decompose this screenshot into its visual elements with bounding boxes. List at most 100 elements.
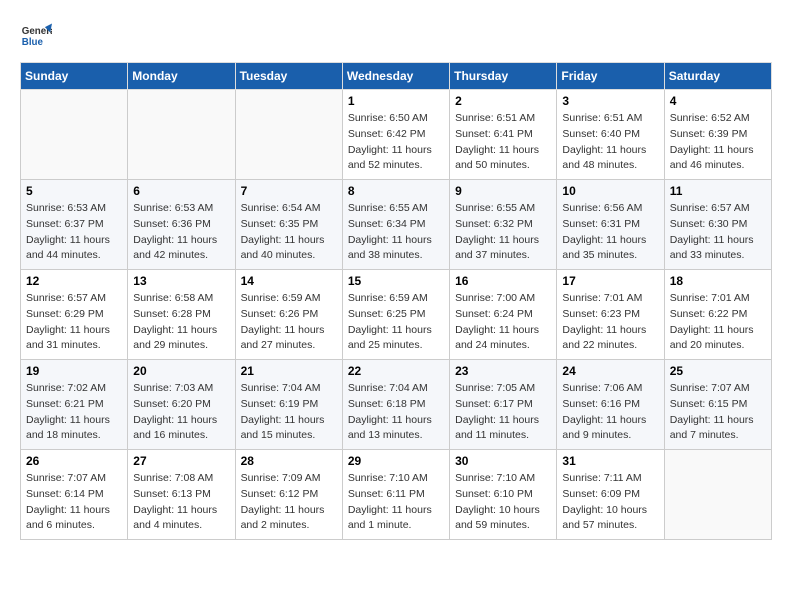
weekday-header: Wednesday bbox=[342, 63, 449, 90]
day-number: 28 bbox=[241, 454, 337, 468]
logo-icon: General Blue bbox=[20, 20, 52, 52]
calendar-cell: 14 Sunrise: 6:59 AM Sunset: 6:26 PM Dayli… bbox=[235, 270, 342, 360]
day-number: 21 bbox=[241, 364, 337, 378]
day-info: Sunrise: 7:05 AM Sunset: 6:17 PM Dayligh… bbox=[455, 381, 551, 444]
day-info: Sunrise: 7:03 AM Sunset: 6:20 PM Dayligh… bbox=[133, 381, 229, 444]
day-info: Sunrise: 6:55 AM Sunset: 6:34 PM Dayligh… bbox=[348, 201, 444, 264]
day-number: 20 bbox=[133, 364, 229, 378]
day-number: 24 bbox=[562, 364, 658, 378]
day-info: Sunrise: 7:08 AM Sunset: 6:13 PM Dayligh… bbox=[133, 471, 229, 534]
day-info: Sunrise: 6:52 AM Sunset: 6:39 PM Dayligh… bbox=[670, 111, 766, 174]
calendar-week-row: 26Sunrise: 7:07 AM Sunset: 6:14 PM Dayli… bbox=[21, 450, 772, 540]
day-info: Sunrise: 6:53 AM Sunset: 6:36 PM Dayligh… bbox=[133, 201, 229, 264]
day-info: Sunrise: 7:06 AM Sunset: 6:16 PM Dayligh… bbox=[562, 381, 658, 444]
calendar-cell: 26Sunrise: 7:07 AM Sunset: 6:14 PM Dayli… bbox=[21, 450, 128, 540]
day-number: 15 bbox=[348, 274, 444, 288]
calendar-cell: 22 Sunrise: 7:04 AM Sunset: 6:18 PM Dayli… bbox=[342, 360, 449, 450]
weekday-header-row: SundayMondayTuesdayWednesdayThursdayFrid… bbox=[21, 63, 772, 90]
day-number: 14 bbox=[241, 274, 337, 288]
day-info: Sunrise: 7:09 AM Sunset: 6:12 PM Dayligh… bbox=[241, 471, 337, 534]
day-number: 17 bbox=[562, 274, 658, 288]
calendar-cell: 9Sunrise: 6:55 AM Sunset: 6:32 PM Daylig… bbox=[450, 180, 557, 270]
day-number: 13 bbox=[133, 274, 229, 288]
day-info: Sunrise: 7:01 AM Sunset: 6:23 PM Dayligh… bbox=[562, 291, 658, 354]
day-number: 4 bbox=[670, 94, 766, 108]
weekday-header: Tuesday bbox=[235, 63, 342, 90]
calendar-week-row: 12 Sunrise: 6:57 AM Sunset: 6:29 PM Dayli… bbox=[21, 270, 772, 360]
calendar-cell: 13 Sunrise: 6:58 AM Sunset: 6:28 PM Dayli… bbox=[128, 270, 235, 360]
day-info: Sunrise: 7:10 AM Sunset: 6:10 PM Dayligh… bbox=[455, 471, 551, 534]
day-info: Sunrise: 6:51 AM Sunset: 6:40 PM Dayligh… bbox=[562, 111, 658, 174]
weekday-header: Thursday bbox=[450, 63, 557, 90]
calendar-cell: 28 Sunrise: 7:09 AM Sunset: 6:12 PM Dayli… bbox=[235, 450, 342, 540]
day-info: Sunrise: 7:00 AM Sunset: 6:24 PM Dayligh… bbox=[455, 291, 551, 354]
day-info: Sunrise: 7:07 AM Sunset: 6:15 PM Dayligh… bbox=[670, 381, 766, 444]
calendar-cell: 8 Sunrise: 6:55 AM Sunset: 6:34 PM Daylig… bbox=[342, 180, 449, 270]
day-info: Sunrise: 6:59 AM Sunset: 6:25 PM Dayligh… bbox=[348, 291, 444, 354]
calendar-cell: 2 Sunrise: 6:51 AM Sunset: 6:41 PM Daylig… bbox=[450, 90, 557, 180]
calendar-cell: 1 Sunrise: 6:50 AM Sunset: 6:42 PM Daylig… bbox=[342, 90, 449, 180]
calendar-cell: 11 Sunrise: 6:57 AM Sunset: 6:30 PM Dayli… bbox=[664, 180, 771, 270]
day-number: 27 bbox=[133, 454, 229, 468]
day-info: Sunrise: 7:11 AM Sunset: 6:09 PM Dayligh… bbox=[562, 471, 658, 534]
day-number: 19 bbox=[26, 364, 122, 378]
day-info: Sunrise: 7:04 AM Sunset: 6:19 PM Dayligh… bbox=[241, 381, 337, 444]
day-info: Sunrise: 6:56 AM Sunset: 6:31 PM Dayligh… bbox=[562, 201, 658, 264]
weekday-header: Saturday bbox=[664, 63, 771, 90]
calendar-cell: 21 Sunrise: 7:04 AM Sunset: 6:19 PM Dayli… bbox=[235, 360, 342, 450]
day-info: Sunrise: 6:57 AM Sunset: 6:29 PM Dayligh… bbox=[26, 291, 122, 354]
day-info: Sunrise: 6:51 AM Sunset: 6:41 PM Dayligh… bbox=[455, 111, 551, 174]
calendar-cell: 16 Sunrise: 7:00 AM Sunset: 6:24 PM Dayli… bbox=[450, 270, 557, 360]
calendar-cell: 29 Sunrise: 7:10 AM Sunset: 6:11 PM Dayli… bbox=[342, 450, 449, 540]
calendar-cell: 12 Sunrise: 6:57 AM Sunset: 6:29 PM Dayli… bbox=[21, 270, 128, 360]
day-number: 25 bbox=[670, 364, 766, 378]
day-info: Sunrise: 6:54 AM Sunset: 6:35 PM Dayligh… bbox=[241, 201, 337, 264]
calendar-cell: 7Sunrise: 6:54 AM Sunset: 6:35 PM Daylig… bbox=[235, 180, 342, 270]
weekday-header: Friday bbox=[557, 63, 664, 90]
calendar-cell: 17 Sunrise: 7:01 AM Sunset: 6:23 PM Dayli… bbox=[557, 270, 664, 360]
day-info: Sunrise: 7:07 AM Sunset: 6:14 PM Dayligh… bbox=[26, 471, 122, 534]
day-number: 9 bbox=[455, 184, 551, 198]
day-info: Sunrise: 6:57 AM Sunset: 6:30 PM Dayligh… bbox=[670, 201, 766, 264]
calendar-cell: 18Sunrise: 7:01 AM Sunset: 6:22 PM Dayli… bbox=[664, 270, 771, 360]
weekday-header: Monday bbox=[128, 63, 235, 90]
calendar-table: SundayMondayTuesdayWednesdayThursdayFrid… bbox=[20, 62, 772, 540]
day-number: 10 bbox=[562, 184, 658, 198]
day-number: 8 bbox=[348, 184, 444, 198]
calendar-cell: 10 Sunrise: 6:56 AM Sunset: 6:31 PM Dayli… bbox=[557, 180, 664, 270]
day-number: 16 bbox=[455, 274, 551, 288]
calendar-cell: 15 Sunrise: 6:59 AM Sunset: 6:25 PM Dayli… bbox=[342, 270, 449, 360]
calendar-week-row: 1 Sunrise: 6:50 AM Sunset: 6:42 PM Daylig… bbox=[21, 90, 772, 180]
day-number: 12 bbox=[26, 274, 122, 288]
calendar-week-row: 5Sunrise: 6:53 AM Sunset: 6:37 PM Daylig… bbox=[21, 180, 772, 270]
calendar-cell: 20 Sunrise: 7:03 AM Sunset: 6:20 PM Dayli… bbox=[128, 360, 235, 450]
day-number: 1 bbox=[348, 94, 444, 108]
calendar-cell bbox=[664, 450, 771, 540]
calendar-cell: 19 Sunrise: 7:02 AM Sunset: 6:21 PM Dayli… bbox=[21, 360, 128, 450]
day-info: Sunrise: 6:59 AM Sunset: 6:26 PM Dayligh… bbox=[241, 291, 337, 354]
day-number: 22 bbox=[348, 364, 444, 378]
calendar-cell: 3Sunrise: 6:51 AM Sunset: 6:40 PM Daylig… bbox=[557, 90, 664, 180]
day-info: Sunrise: 7:04 AM Sunset: 6:18 PM Dayligh… bbox=[348, 381, 444, 444]
day-info: Sunrise: 7:01 AM Sunset: 6:22 PM Dayligh… bbox=[670, 291, 766, 354]
calendar-cell: 24 Sunrise: 7:06 AM Sunset: 6:16 PM Dayli… bbox=[557, 360, 664, 450]
calendar-cell: 6Sunrise: 6:53 AM Sunset: 6:36 PM Daylig… bbox=[128, 180, 235, 270]
day-number: 5 bbox=[26, 184, 122, 198]
day-info: Sunrise: 7:02 AM Sunset: 6:21 PM Dayligh… bbox=[26, 381, 122, 444]
day-number: 2 bbox=[455, 94, 551, 108]
day-number: 11 bbox=[670, 184, 766, 198]
page-header: General Blue bbox=[20, 20, 772, 52]
day-number: 29 bbox=[348, 454, 444, 468]
day-number: 23 bbox=[455, 364, 551, 378]
day-info: Sunrise: 6:58 AM Sunset: 6:28 PM Dayligh… bbox=[133, 291, 229, 354]
day-number: 30 bbox=[455, 454, 551, 468]
calendar-cell: 23 Sunrise: 7:05 AM Sunset: 6:17 PM Dayli… bbox=[450, 360, 557, 450]
calendar-cell: 27 Sunrise: 7:08 AM Sunset: 6:13 PM Dayli… bbox=[128, 450, 235, 540]
calendar-cell: 30 Sunrise: 7:10 AM Sunset: 6:10 PM Dayli… bbox=[450, 450, 557, 540]
day-number: 31 bbox=[562, 454, 658, 468]
logo: General Blue bbox=[20, 20, 52, 52]
calendar-cell: 25 Sunrise: 7:07 AM Sunset: 6:15 PM Dayli… bbox=[664, 360, 771, 450]
day-info: Sunrise: 6:50 AM Sunset: 6:42 PM Dayligh… bbox=[348, 111, 444, 174]
calendar-cell: 4 Sunrise: 6:52 AM Sunset: 6:39 PM Daylig… bbox=[664, 90, 771, 180]
day-info: Sunrise: 7:10 AM Sunset: 6:11 PM Dayligh… bbox=[348, 471, 444, 534]
